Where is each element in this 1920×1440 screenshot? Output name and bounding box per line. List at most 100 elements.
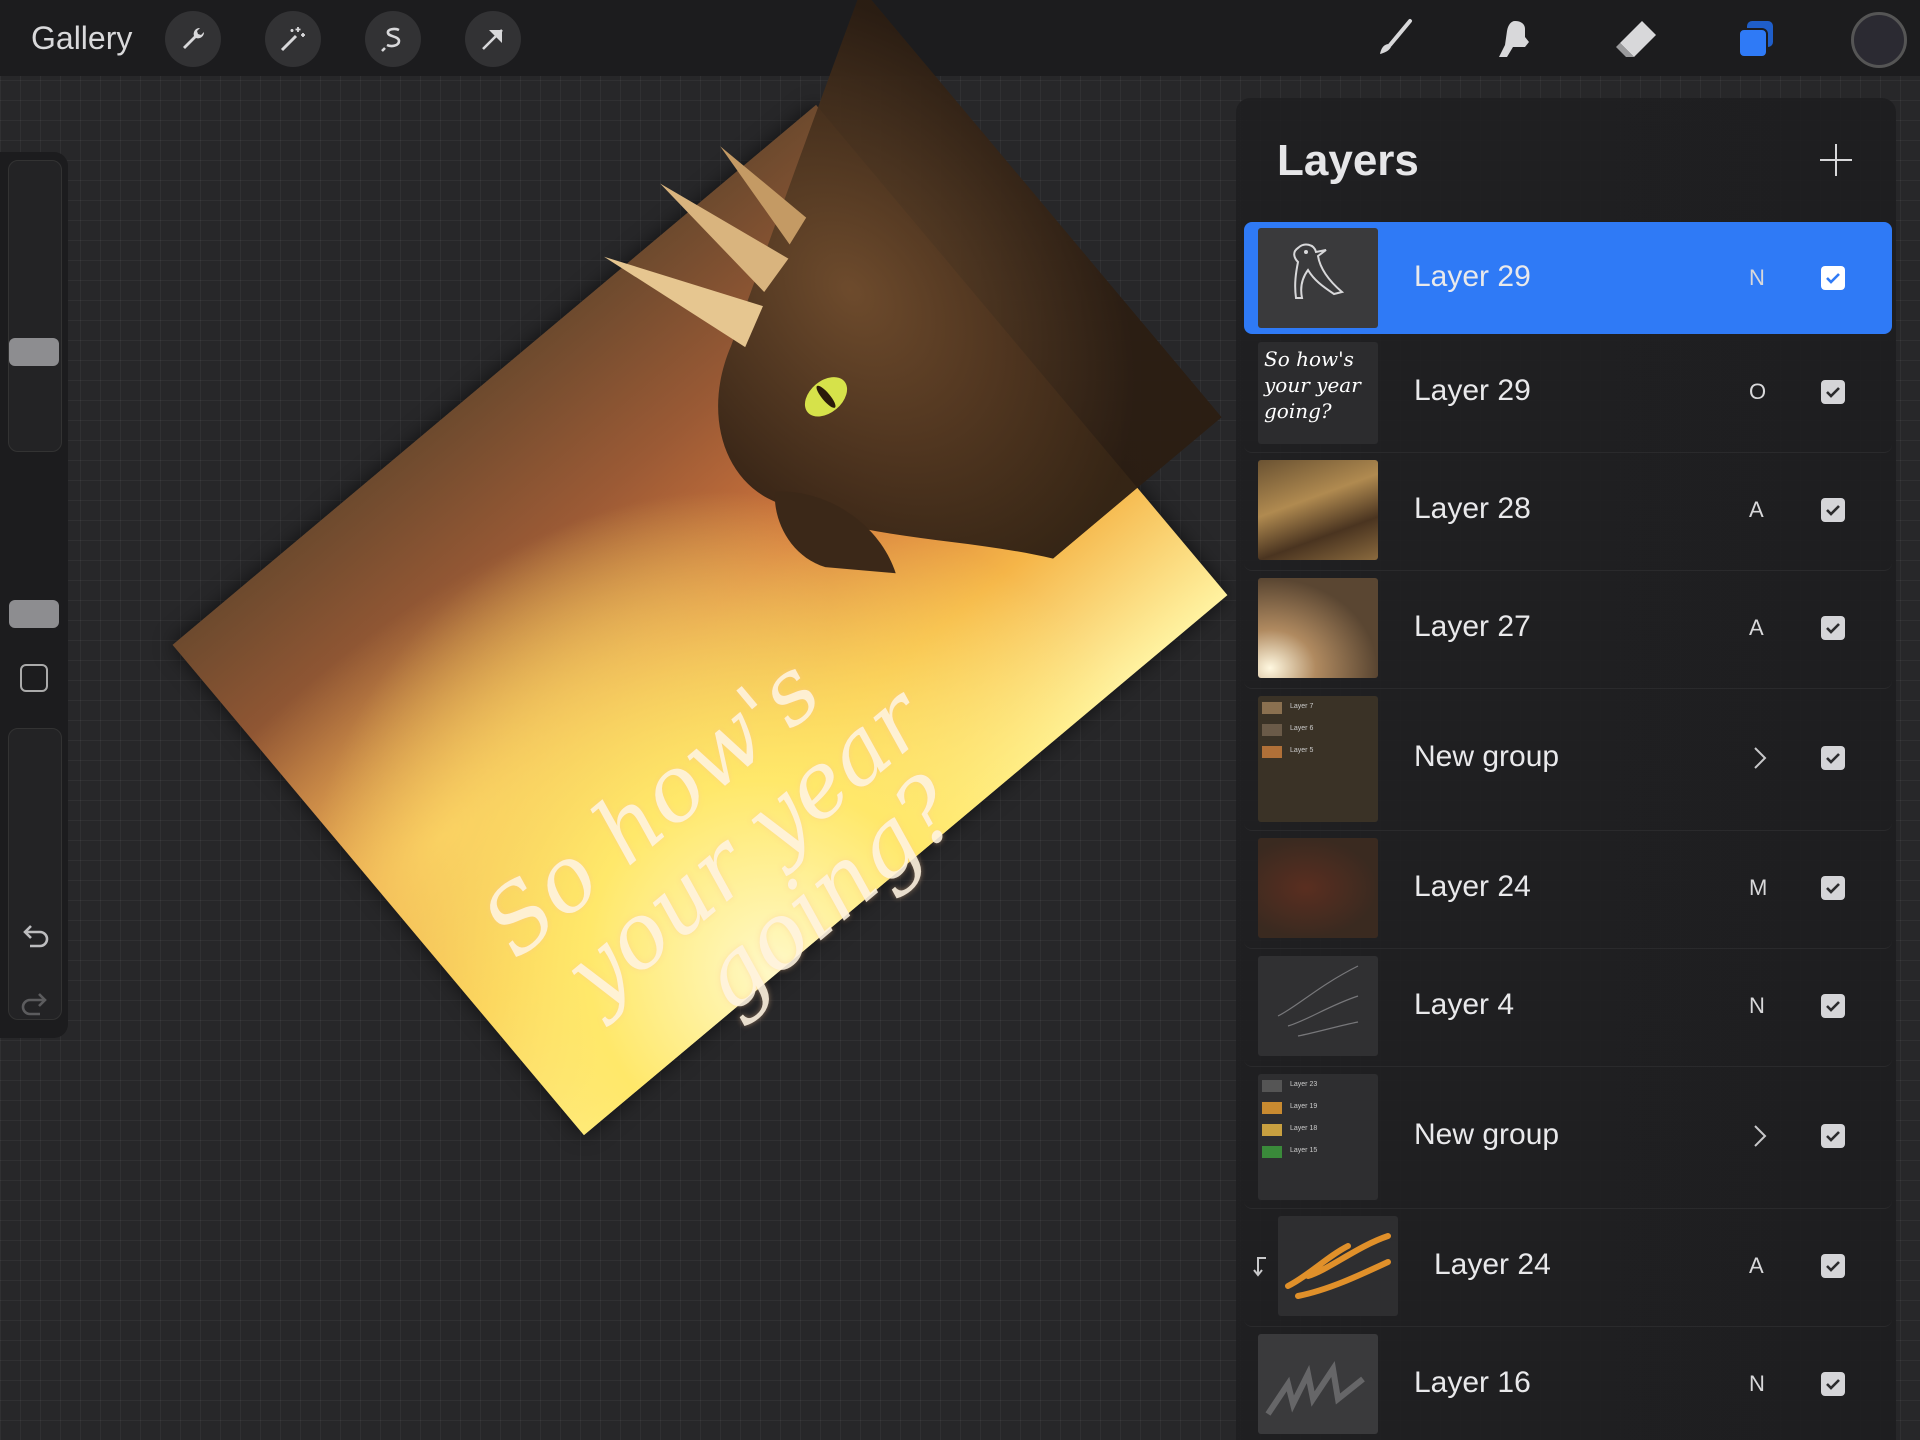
transform-button[interactable] xyxy=(465,11,521,67)
opacity-thumb[interactable] xyxy=(9,600,59,628)
visibility-checkbox[interactable] xyxy=(1821,994,1845,1018)
gallery-button[interactable]: Gallery xyxy=(31,20,132,57)
layer-row[interactable]: Layer 16 N xyxy=(1244,1326,1892,1440)
visibility-checkbox[interactable] xyxy=(1821,266,1845,290)
eraser-tool[interactable] xyxy=(1606,10,1666,68)
selection-button[interactable] xyxy=(365,11,421,67)
blend-mode[interactable]: A xyxy=(1749,1253,1764,1279)
artwork-canvas[interactable]: So how's your year going? xyxy=(172,0,1228,1136)
selection-icon xyxy=(381,27,401,52)
checkmark-icon xyxy=(1826,1001,1840,1012)
visibility-checkbox[interactable] xyxy=(1821,1124,1845,1148)
visibility-checkbox[interactable] xyxy=(1821,380,1845,404)
blend-mode[interactable]: O xyxy=(1749,379,1766,405)
brush-tool[interactable] xyxy=(1364,10,1424,68)
layer-row[interactable]: So how's your year going? Layer 29 O xyxy=(1244,334,1892,453)
layer-name: Layer 27 xyxy=(1414,610,1531,643)
clipping-mask-icon xyxy=(1253,1257,1266,1277)
layer-group-row[interactable]: Layer 7 Layer 6 Layer 5 New group xyxy=(1244,688,1892,831)
layer-row[interactable]: Layer 29 N xyxy=(1244,222,1892,334)
thumbnail-text: Layer 7 xyxy=(1290,703,1314,710)
sketch-lines-icon xyxy=(1277,965,1359,1037)
blend-mode[interactable]: A xyxy=(1749,615,1764,641)
layer-thumbnail xyxy=(1278,1216,1398,1316)
checkmark-icon xyxy=(1826,1131,1840,1142)
thumbnail-text: So how's xyxy=(1264,347,1354,371)
checkmark-icon xyxy=(1826,1379,1840,1390)
modify-button[interactable] xyxy=(20,664,48,692)
brush-size-slider[interactable] xyxy=(8,160,62,452)
blend-mode[interactable]: N xyxy=(1749,1371,1765,1397)
blend-mode[interactable]: N xyxy=(1749,265,1765,291)
visibility-checkbox[interactable] xyxy=(1821,746,1845,770)
checkmark-icon xyxy=(1826,623,1840,634)
layers-title: Layers xyxy=(1277,136,1419,185)
spikes-sketch-icon xyxy=(1265,1361,1365,1416)
layer-thumbnail xyxy=(1258,1334,1378,1434)
left-sidebar xyxy=(0,152,68,1038)
adjustments-button[interactable] xyxy=(265,11,321,67)
layer-name: Layer 16 xyxy=(1414,1366,1531,1399)
bird-sketch-icon xyxy=(1293,243,1345,299)
blend-mode[interactable]: A xyxy=(1749,497,1764,523)
thumbnail-text: Layer 6 xyxy=(1290,725,1314,732)
thumbnail-text: going? xyxy=(1264,399,1332,423)
thumbnail-text: Layer 23 xyxy=(1290,1081,1318,1088)
thumbnail-text: Layer 19 xyxy=(1290,1103,1318,1110)
dragon-illustration xyxy=(604,0,1222,574)
layer-name: Layer 29 xyxy=(1414,260,1531,293)
actions-button[interactable] xyxy=(165,11,221,67)
color-picker[interactable] xyxy=(1851,12,1907,68)
layer-thumbnail: Layer 7 Layer 6 Layer 5 xyxy=(1258,696,1378,822)
checkmark-icon xyxy=(1826,387,1840,398)
checkmark-icon xyxy=(1826,883,1840,894)
checkmark-icon xyxy=(1826,273,1840,284)
smudge-tool[interactable] xyxy=(1485,10,1545,68)
redo-icon[interactable] xyxy=(18,988,52,1022)
layers-panel: Layers Layer 29 N So how's your year goi… xyxy=(1236,98,1896,1440)
layer-row[interactable]: Layer 4 N xyxy=(1244,948,1892,1067)
smudge-icon xyxy=(1499,21,1529,57)
layer-name: Layer 28 xyxy=(1414,492,1531,525)
checkmark-icon xyxy=(1826,753,1840,764)
layer-row[interactable]: Layer 24 M xyxy=(1244,830,1892,949)
brush-icon xyxy=(1380,19,1412,54)
transform-arrow-icon xyxy=(482,29,503,50)
checkmark-icon xyxy=(1826,1261,1840,1272)
eraser-icon xyxy=(1616,21,1656,57)
layer-name: Layer 24 xyxy=(1434,1248,1551,1281)
brush-size-thumb[interactable] xyxy=(9,338,59,366)
layer-row[interactable]: Layer 28 A xyxy=(1244,452,1892,571)
wrench-icon xyxy=(183,27,205,49)
layer-name: New group xyxy=(1414,740,1560,773)
chevron-right-icon[interactable] xyxy=(1744,1121,1774,1151)
add-layer-button[interactable] xyxy=(1816,140,1856,180)
layers-tool[interactable] xyxy=(1727,10,1787,68)
blend-mode[interactable]: M xyxy=(1749,875,1767,901)
thumbnail-text: Layer 15 xyxy=(1290,1147,1318,1154)
visibility-checkbox[interactable] xyxy=(1821,876,1845,900)
thumbnail-text: Layer 5 xyxy=(1290,747,1314,754)
layer-row[interactable]: Layer 24 A xyxy=(1244,1208,1892,1327)
chevron-right-icon[interactable] xyxy=(1744,743,1774,773)
layer-row[interactable]: Layer 27 A xyxy=(1244,570,1892,689)
top-toolbar: Gallery xyxy=(0,0,1920,76)
layer-thumbnail xyxy=(1258,578,1378,678)
visibility-checkbox[interactable] xyxy=(1821,1372,1845,1396)
layer-name: Layer 24 xyxy=(1414,870,1531,903)
blend-mode[interactable]: N xyxy=(1749,993,1765,1019)
layer-name: Layer 29 xyxy=(1414,374,1531,407)
flame-strokes-icon xyxy=(1285,1233,1391,1299)
opacity-slider[interactable] xyxy=(8,728,62,1020)
layer-thumbnail xyxy=(1258,838,1378,938)
thumbnail-text: your year xyxy=(1264,373,1361,397)
visibility-checkbox[interactable] xyxy=(1821,1254,1845,1278)
layer-group-row[interactable]: Layer 23 Layer 19 Layer 18 Layer 15 New … xyxy=(1244,1066,1892,1209)
thumbnail-text: Layer 18 xyxy=(1290,1125,1318,1132)
visibility-checkbox[interactable] xyxy=(1821,616,1845,640)
undo-icon[interactable] xyxy=(18,920,52,954)
layers-icon xyxy=(1738,21,1773,58)
layer-thumbnail xyxy=(1258,956,1378,1056)
layer-name: New group xyxy=(1414,1118,1560,1151)
visibility-checkbox[interactable] xyxy=(1821,498,1845,522)
